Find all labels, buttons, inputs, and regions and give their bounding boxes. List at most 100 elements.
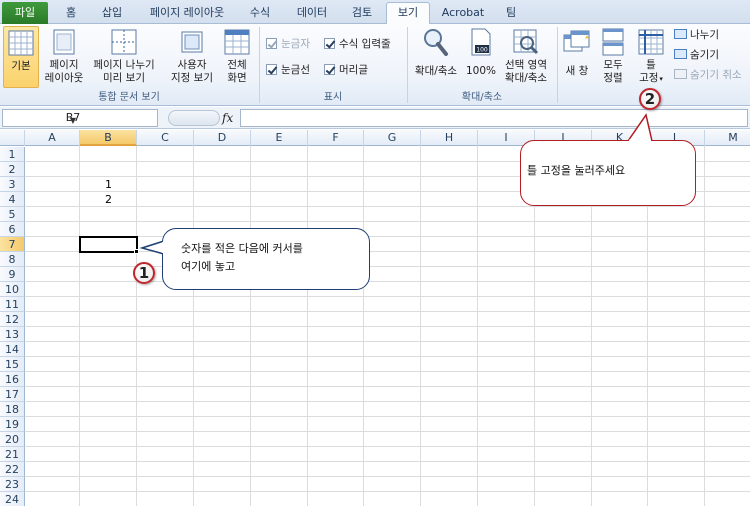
zoom-button[interactable]: 확대/축소	[410, 26, 462, 88]
hide-label: 숨기기	[690, 49, 719, 61]
custom-views-button[interactable]: 사용자 지정 보기	[166, 26, 218, 88]
row-gridline	[25, 461, 750, 462]
page-layout-view-button[interactable]: 페이지 레이아웃	[42, 26, 86, 88]
normal-view-button[interactable]: 기본	[3, 26, 39, 88]
name-box[interactable]: B7 ▼	[2, 109, 158, 127]
cell-b4[interactable]: 2	[80, 192, 137, 207]
fill-handle[interactable]	[134, 249, 139, 254]
column-header[interactable]: E	[251, 130, 308, 146]
page-break-icon	[111, 29, 137, 55]
zoom-100-label: 100%	[465, 65, 497, 77]
row-header[interactable]: 5	[0, 207, 25, 222]
callout-1: 숫자를 적은 다음에 커서를 여기에 놓고	[162, 228, 370, 290]
row-header[interactable]: 4	[0, 192, 25, 207]
row-header[interactable]: 6	[0, 222, 25, 237]
row-header[interactable]: 14	[0, 342, 25, 357]
freeze-panes-label-1: 틀	[646, 59, 656, 71]
ruler-label: 눈금자	[281, 38, 310, 50]
cell-b3[interactable]: 1	[80, 177, 137, 192]
name-box-dropdown-icon[interactable]: ▼	[3, 113, 143, 129]
arrange-all-button[interactable]: 모두 정렬	[596, 26, 630, 88]
custom-views-label-1: 사용자	[177, 59, 207, 71]
callout-1-text-line-2: 여기에 놓고	[181, 260, 236, 273]
zoom-to-selection-button[interactable]: 선택 영역 확대/축소	[498, 26, 554, 88]
row-header[interactable]: 1	[0, 147, 25, 162]
tab-page-layout[interactable]: 페이지 레이아웃	[138, 3, 236, 24]
formula-controls: fx	[158, 109, 238, 127]
row-header[interactable]: 3	[0, 177, 25, 192]
column-header[interactable]: G	[364, 130, 421, 146]
callout-2-text: 틀 고정을 눌러주세요	[527, 164, 626, 177]
column-header[interactable]: C	[137, 130, 194, 146]
zoom-100-button[interactable]: 100 100%	[464, 26, 498, 88]
select-all-corner[interactable]	[0, 130, 25, 146]
freeze-panes-label-2-text: 고정	[639, 72, 659, 84]
row-header[interactable]: 12	[0, 312, 25, 327]
new-window-button[interactable]: 새 창	[560, 26, 594, 88]
ribbon-view: 기본 페이지 레이아웃 페이지 나누기 미리 보기 사용자 지정 보기 전체 화…	[0, 24, 750, 106]
full-screen-label-2: 화면	[227, 72, 247, 84]
column-header[interactable]: A	[25, 130, 80, 146]
tab-formulas[interactable]: 수식	[240, 3, 280, 24]
row-header[interactable]: 8	[0, 252, 25, 267]
row-header[interactable]: 10	[0, 282, 25, 297]
ruler-checkbox[interactable]: 눈금자	[266, 37, 310, 53]
row-header[interactable]: 20	[0, 432, 25, 447]
full-screen-button[interactable]: 전체 화면	[220, 26, 254, 88]
unhide-button[interactable]: 숨기기 취소	[674, 68, 742, 83]
tab-team[interactable]: 팀	[496, 3, 526, 24]
hide-icon	[674, 49, 687, 59]
split-button[interactable]: 나누기	[674, 28, 719, 43]
hide-button[interactable]: 숨기기	[674, 48, 719, 63]
tab-acrobat[interactable]: Acrobat	[434, 3, 492, 24]
row-header[interactable]: 17	[0, 387, 25, 402]
arrange-all-label-2: 정렬	[603, 72, 623, 84]
formula-bar-checkbox[interactable]: 수식 입력줄	[324, 37, 391, 53]
column-header[interactable]: H	[421, 130, 478, 146]
headings-checkbox[interactable]: 머리글	[324, 63, 368, 79]
tab-data[interactable]: 데이터	[286, 3, 338, 24]
tab-file[interactable]: 파일	[2, 2, 48, 24]
row-gridline	[25, 371, 750, 372]
page-layout-icon	[53, 29, 75, 55]
row-header[interactable]: 18	[0, 402, 25, 417]
normal-view-label: 기본	[11, 60, 31, 72]
row-gridline	[25, 476, 750, 477]
insert-function-button[interactable]: fx	[222, 109, 233, 127]
svg-text:100: 100	[476, 47, 488, 54]
row-header[interactable]: 15	[0, 357, 25, 372]
row-header[interactable]: 23	[0, 477, 25, 492]
column-header[interactable]: M	[705, 130, 750, 146]
row-header[interactable]: 13	[0, 327, 25, 342]
row-header[interactable]: 24	[0, 492, 25, 506]
checkbox-checked-icon	[324, 64, 335, 75]
row-header[interactable]: 7	[0, 237, 25, 252]
unhide-label: 숨기기 취소	[690, 69, 742, 81]
formula-input[interactable]	[240, 109, 748, 127]
page-break-preview-button[interactable]: 페이지 나누기 미리 보기	[88, 26, 160, 88]
freeze-panes-button[interactable]: 틀 고정▾	[632, 26, 670, 88]
ribbon-tab-bar: 파일 홈 삽입 페이지 레이아웃 수식 데이터 검토 보기 Acrobat 팀	[0, 0, 750, 24]
row-header[interactable]: 11	[0, 297, 25, 312]
tab-home[interactable]: 홈	[54, 3, 88, 24]
tab-view[interactable]: 보기	[386, 2, 430, 24]
row-header[interactable]: 19	[0, 417, 25, 432]
tab-insert[interactable]: 삽입	[92, 3, 132, 24]
callout-2: 틀 고정을 눌러주세요	[520, 140, 696, 206]
row-gridline	[25, 446, 750, 447]
row-gridline	[25, 281, 750, 282]
tab-review[interactable]: 검토	[342, 3, 382, 24]
row-header[interactable]: 2	[0, 162, 25, 177]
row-header[interactable]: 16	[0, 372, 25, 387]
page-layout-label-2: 레이아웃	[44, 72, 84, 84]
custom-views-label-2: 지정 보기	[171, 72, 213, 84]
row-header[interactable]: 21	[0, 447, 25, 462]
column-header[interactable]: D	[194, 130, 251, 146]
row-header[interactable]: 22	[0, 462, 25, 477]
row-header[interactable]: 9	[0, 267, 25, 282]
gridlines-checkbox[interactable]: 눈금선	[266, 63, 310, 79]
column-header[interactable]: F	[308, 130, 364, 146]
active-cell-b7[interactable]	[79, 236, 138, 253]
column-header[interactable]: B	[80, 130, 137, 146]
formula-bar-label: 수식 입력줄	[339, 38, 391, 50]
